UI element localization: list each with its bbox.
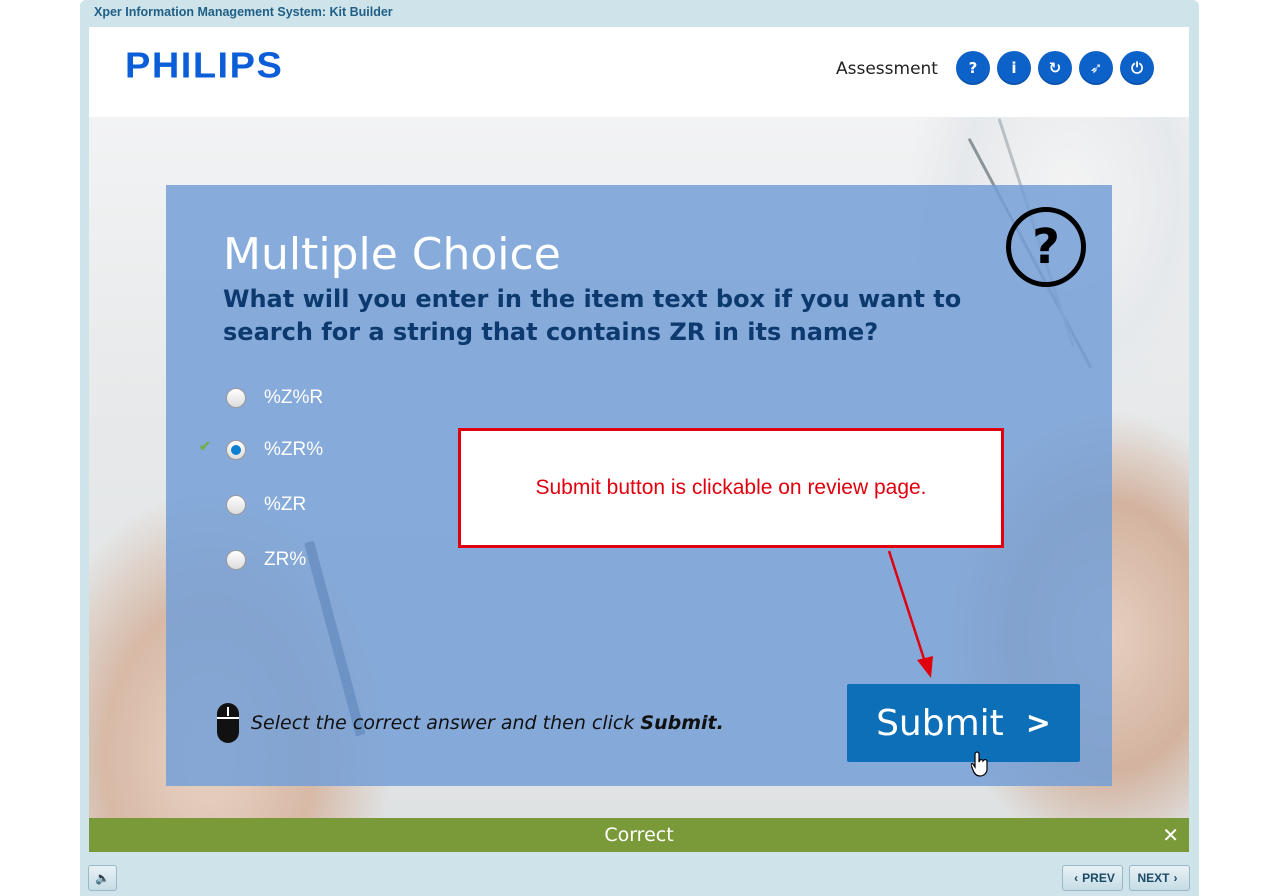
radio-button[interactable] [226, 495, 246, 515]
answer-option[interactable]: %ZR [226, 492, 306, 518]
prev-label: PREV [1082, 871, 1115, 885]
exit-button[interactable]: ⏻ [1120, 51, 1154, 85]
option-label: %Z%R [264, 387, 324, 408]
feedback-text: Correct [604, 824, 674, 846]
help-button[interactable]: ? [956, 51, 990, 85]
answer-option[interactable]: %ZR% [226, 437, 323, 463]
compass-icon: ➶ [1089, 59, 1103, 77]
question-mark-icon: ? [1006, 207, 1086, 287]
question-type-title: Multiple Choice [223, 229, 561, 280]
chevron-right-icon: > [1025, 705, 1051, 741]
option-label: ZR% [264, 549, 307, 570]
bottom-bar [80, 852, 1199, 896]
replay-button[interactable]: ↻ [1038, 51, 1072, 85]
question-text: What will you enter in the item text box… [223, 285, 962, 346]
mouse-icon [217, 703, 239, 743]
chevron-left-icon: ‹ [1074, 871, 1079, 885]
instruction: Select the correct answer and then click… [217, 703, 724, 743]
option-label: %ZR [264, 494, 307, 515]
info-button[interactable]: i [997, 51, 1031, 85]
power-icon: ⏻ [1131, 59, 1143, 77]
next-label: NEXT [1137, 871, 1170, 885]
radio-button[interactable] [226, 550, 246, 570]
course-header: PHILIPS Assessment ? i ↻ ➶ ⏻ [89, 27, 1189, 117]
close-icon[interactable]: ✕ [1162, 823, 1179, 847]
next-button[interactable]: NEXT › [1129, 865, 1190, 891]
section-title: Assessment [836, 59, 938, 79]
help-icon: ? [968, 59, 978, 77]
annotation-callout: Submit button is clickable on review pag… [458, 428, 1004, 548]
window-title: Xper Information Management System: Kit … [94, 5, 393, 19]
info-icon: i [1011, 59, 1017, 77]
replay-icon: ↻ [1048, 59, 1062, 77]
chevron-right-icon: › [1173, 871, 1178, 885]
prev-button[interactable]: ‹ PREV [1062, 865, 1123, 891]
speaker-icon: 🔈 [95, 871, 110, 885]
correct-check-icon: ✔ [199, 438, 211, 454]
submit-button[interactable]: Submit > [847, 684, 1080, 762]
hand-cursor-icon [971, 751, 988, 777]
answer-option[interactable]: ZR% [226, 547, 306, 573]
answer-option[interactable]: %Z%R [226, 385, 323, 411]
submit-label: Submit [876, 702, 1004, 744]
feedback-bar: Correct ✕ [89, 818, 1189, 852]
compass-button[interactable]: ➶ [1079, 51, 1113, 85]
radio-button[interactable] [226, 388, 246, 408]
radio-button-selected[interactable] [226, 440, 246, 460]
philips-logo: PHILIPS [125, 46, 284, 86]
instruction-text: Select the correct answer and then click… [251, 712, 724, 734]
option-label: %ZR% [264, 439, 324, 460]
audio-button[interactable]: 🔈 [88, 865, 117, 891]
